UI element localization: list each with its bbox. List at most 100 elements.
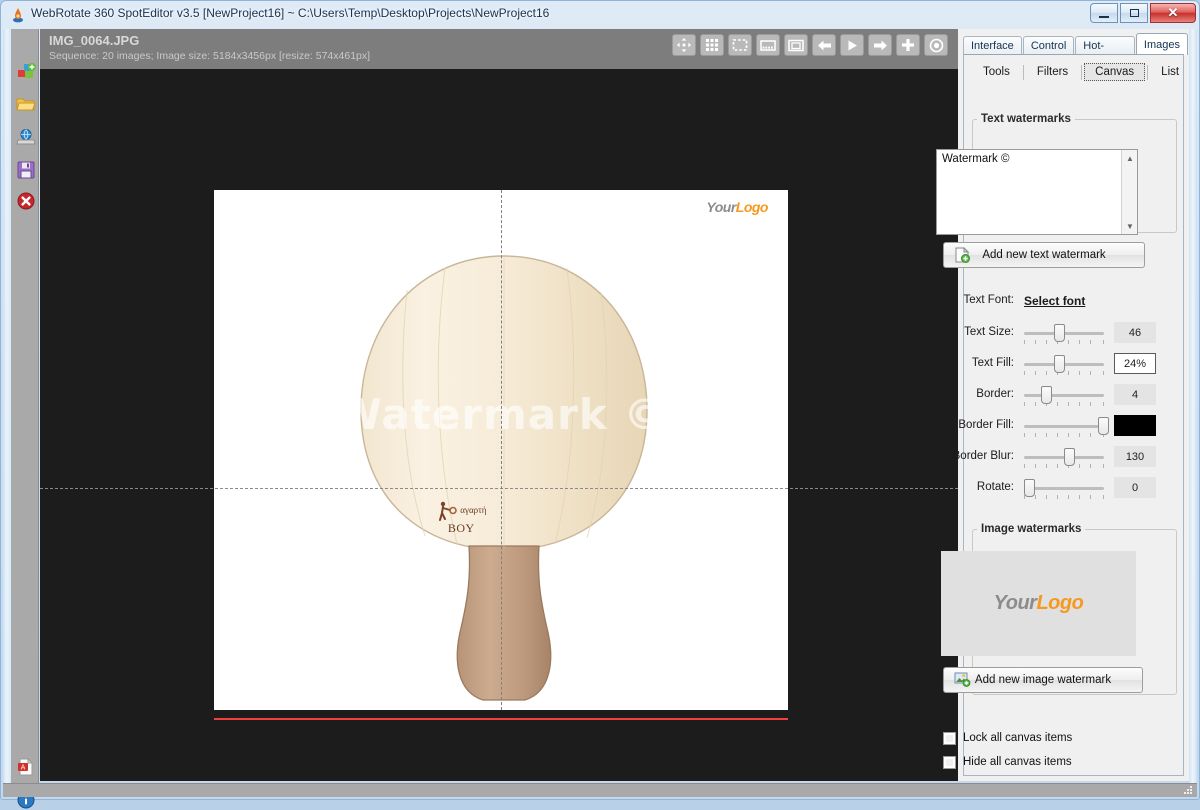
image-header: IMG_0064.JPG Sequence: 20 images; Image …: [40, 29, 958, 69]
slider-text-fill: Text Fill: 24%: [928, 353, 1178, 375]
scroll-up-icon[interactable]: ▲: [1122, 150, 1138, 166]
tab-hotspots[interactable]: Hot-spots: [1075, 36, 1135, 71]
close-red-icon[interactable]: [16, 191, 36, 211]
svg-text:A: A: [21, 764, 26, 772]
slider-label: Text Fill:: [971, 357, 1014, 369]
subtab-divider: [1081, 64, 1083, 80]
slider-knob[interactable]: [1054, 324, 1065, 342]
slider-value[interactable]: 24%: [1114, 353, 1156, 374]
move-arrows-icon[interactable]: [672, 34, 696, 56]
subtab-list[interactable]: List: [1150, 63, 1190, 81]
main-tabs: Interface Control Hot-spots Images: [963, 33, 1189, 71]
slider-label: Border:: [976, 388, 1014, 400]
pdf-doc-icon[interactable]: A: [16, 757, 36, 777]
tab-interface[interactable]: Interface: [963, 36, 1022, 55]
canvas-logo-watermark[interactable]: YourLogo: [706, 199, 768, 215]
add-image-watermark-button[interactable]: Add new image watermark: [943, 667, 1143, 693]
text-font-label: Text Font:: [963, 294, 1015, 306]
border-fill-color-swatch[interactable]: [1114, 415, 1156, 436]
brand-big: BOY: [447, 521, 475, 535]
scroll-down-icon[interactable]: ▼: [1122, 218, 1138, 234]
target-icon[interactable]: [924, 34, 948, 56]
slider-value[interactable]: 130: [1114, 446, 1156, 467]
lock-canvas-items-row[interactable]: Lock all canvas items: [943, 728, 1072, 748]
grid-icon[interactable]: [700, 34, 724, 56]
slider-knob[interactable]: [1054, 355, 1065, 373]
slider-label: Text Size:: [964, 326, 1014, 338]
app-icon: [13, 8, 23, 23]
slider-knob[interactable]: [1064, 448, 1075, 466]
slider-knob[interactable]: [1041, 386, 1052, 404]
slider-track[interactable]: [1024, 394, 1104, 397]
subtab-tools[interactable]: Tools: [972, 63, 1021, 81]
subtab-divider: [1022, 64, 1024, 80]
dashed-rect-icon[interactable]: [728, 34, 752, 56]
paddle-brandmark: αγαρτή BOY: [436, 500, 486, 535]
image-sheet: αγαρτή BOY YourLogo Watermark ©: [40, 190, 958, 720]
arrow-right-icon[interactable]: [868, 34, 892, 56]
paddle-image: [360, 255, 648, 701]
slider-track[interactable]: [1024, 425, 1104, 428]
vertical-guide[interactable]: [501, 190, 502, 710]
list-scrollbar[interactable]: ▲ ▼: [1121, 150, 1137, 234]
play-icon[interactable]: [840, 34, 864, 56]
select-font-link[interactable]: Select font: [1024, 294, 1085, 308]
list-item[interactable]: Watermark ©: [937, 150, 1137, 168]
plus-icon[interactable]: [896, 34, 920, 56]
hide-canvas-items-row[interactable]: Hide all canvas items: [943, 752, 1072, 772]
icon-sidebar: A: [11, 29, 39, 809]
slider-label: Border Fill:: [958, 419, 1014, 431]
publish-globe-icon[interactable]: [16, 127, 36, 147]
new-project-icon[interactable]: [16, 62, 36, 82]
slider-value[interactable]: 4: [1114, 384, 1156, 405]
frame-icon[interactable]: [784, 34, 808, 56]
slider-ticks: [1024, 402, 1104, 407]
slider-value[interactable]: 46: [1114, 322, 1156, 343]
slider-rotate: Rotate: 0: [928, 477, 1178, 499]
add-page-icon: [955, 247, 970, 263]
slider-ticks: [1024, 495, 1104, 500]
slider-label: Rotate:: [976, 481, 1014, 493]
left-rail-strip: [3, 29, 11, 789]
title-bar: WebRotate 360 SpotEditor v3.5 [NewProjec…: [1, 1, 1199, 29]
tab-images[interactable]: Images: [1135, 33, 1188, 55]
add-text-watermark-label: Add new text watermark: [982, 249, 1106, 261]
baseline-marker[interactable]: [214, 718, 788, 720]
panel-scroll-strip[interactable]: [1189, 29, 1197, 789]
add-text-watermark-button[interactable]: Add new text watermark: [943, 242, 1145, 268]
image-watermark-preview[interactable]: YourLogo: [941, 551, 1136, 656]
slider-value[interactable]: 0: [1114, 477, 1156, 498]
arrow-left-icon[interactable]: [812, 34, 836, 56]
slider-text-size: Text Size: 46: [928, 322, 1178, 344]
lock-canvas-items-checkbox[interactable]: [943, 731, 956, 745]
slider-border-fill: Border Fill:: [928, 415, 1178, 437]
text-font-row: Text Font: Select font: [928, 292, 1168, 312]
slider-ticks: [1024, 433, 1104, 438]
slider-ticks: [1024, 464, 1104, 469]
minimize-button[interactable]: [1090, 3, 1118, 23]
slider-track[interactable]: [1024, 487, 1104, 490]
logo-prefix: Your: [706, 199, 736, 215]
client-area: A IMG_0064.JPG Sequence: 20 images; Imag…: [3, 29, 1197, 809]
subtab-canvas[interactable]: Canvas: [1084, 63, 1146, 81]
slider-knob[interactable]: [1024, 479, 1035, 497]
slider-knob[interactable]: [1098, 417, 1109, 435]
filmstrip-icon[interactable]: [756, 34, 780, 56]
text-watermark-list[interactable]: Watermark © ▲ ▼: [936, 149, 1138, 235]
horizontal-guide[interactable]: [40, 488, 958, 489]
close-button[interactable]: ✕: [1150, 3, 1196, 23]
subtab-filters[interactable]: Filters: [1026, 63, 1079, 81]
maximize-button[interactable]: [1120, 3, 1148, 23]
image-meta: Sequence: 20 images; Image size: 5184x34…: [49, 50, 371, 62]
window-title: WebRotate 360 SpotEditor v3.5 [NewProjec…: [31, 6, 550, 20]
slider-ticks: [1024, 371, 1104, 376]
save-floppy-icon[interactable]: [16, 160, 36, 180]
hide-canvas-items-checkbox[interactable]: [943, 755, 956, 769]
folder-open-icon[interactable]: [16, 94, 36, 114]
image-canvas[interactable]: αγαρτή BOY YourLogo Watermark ©: [40, 69, 958, 781]
brand-small: αγαρτή: [460, 505, 487, 516]
image-filename: IMG_0064.JPG: [49, 33, 140, 48]
status-bar: [3, 783, 1197, 797]
resize-grip[interactable]: [1182, 784, 1194, 796]
tab-control[interactable]: Control: [1022, 36, 1075, 55]
